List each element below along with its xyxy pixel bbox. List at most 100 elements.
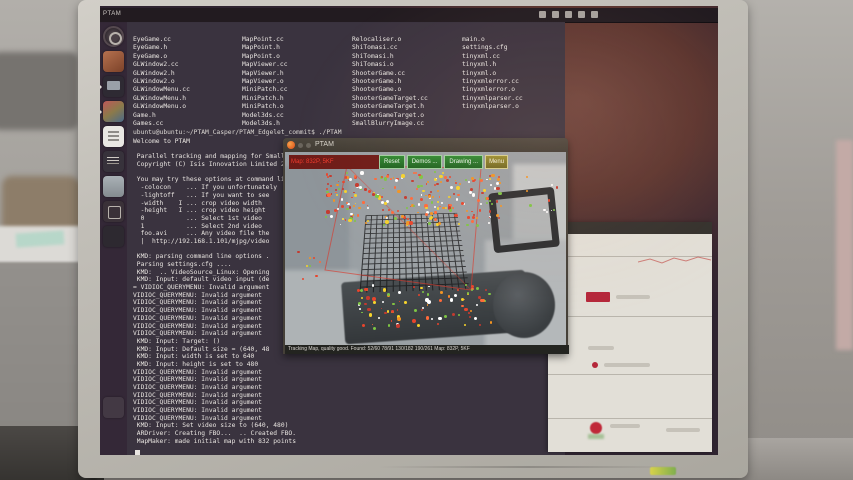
file-name: Relocaliser.o (352, 36, 402, 43)
ptam-menu-button[interactable]: Drawing ... (444, 155, 484, 169)
bluetooth-icon[interactable] (552, 11, 559, 18)
file-name: EyeGame.cc (133, 36, 171, 43)
ptam-menu-button[interactable]: Reset (379, 155, 405, 169)
feature-point (455, 186, 460, 190)
feature-point (415, 171, 418, 174)
feature-point (471, 219, 475, 223)
feature-point (368, 313, 373, 317)
file-name: settings.cfg (462, 44, 508, 52)
terminal-icon[interactable] (100, 76, 124, 97)
volume-icon[interactable] (565, 11, 572, 18)
feature-point (381, 300, 384, 303)
dash-home-icon[interactable] (103, 26, 124, 47)
feature-point (467, 216, 470, 219)
feature-point (401, 215, 404, 218)
feature-point (484, 289, 487, 291)
file-name: GLWindow2.cc (133, 61, 179, 69)
feature-point (362, 201, 365, 204)
red-marker-blob (590, 422, 602, 434)
feature-point (468, 312, 470, 314)
feature-point (461, 202, 464, 205)
shell-prompt: ubuntu@ubuntu:~/PTAM_Casper/PTAM_Edgelet… (133, 129, 342, 136)
settings-icon[interactable] (103, 226, 124, 247)
file-name: tinyxmlparser.cc (462, 94, 523, 102)
feature-point (498, 182, 501, 184)
feature-point (312, 256, 315, 260)
maximize-icon[interactable] (306, 143, 311, 148)
file-name: GLWindowMenu.cc (133, 86, 190, 94)
feature-point (481, 191, 484, 195)
file-name: GLWindowMenu.o (133, 103, 187, 111)
feature-point (449, 196, 452, 198)
feature-point (431, 195, 435, 198)
feature-point (396, 324, 400, 328)
feature-point (404, 301, 407, 305)
feature-point (413, 308, 417, 312)
file-name: ShiTomasi.o (352, 61, 394, 69)
text-editor-icon[interactable] (103, 151, 124, 172)
feature-point (334, 189, 337, 192)
feature-point (468, 181, 470, 183)
software-center-icon[interactable] (100, 101, 124, 122)
trash-icon[interactable] (103, 397, 124, 418)
file-name: ShooterGameTarget.o (352, 111, 425, 119)
feature-point (430, 211, 433, 215)
file-name: Model3ds.h (242, 119, 280, 127)
feature-point (490, 184, 492, 186)
feature-point (384, 311, 387, 314)
feature-point (439, 205, 441, 208)
workspace-switcher-icon[interactable] (103, 176, 124, 197)
feature-point (367, 307, 371, 312)
network-icon[interactable] (539, 11, 546, 18)
terminal-line: VIDIOC_QUERYMENU: Invalid argument (133, 391, 262, 399)
app-window-icon[interactable] (103, 201, 124, 222)
feature-point (457, 222, 460, 225)
feature-point (383, 176, 388, 181)
ptam-titlebar[interactable]: PTAM (283, 138, 568, 152)
tracking-status-bar: Tracking Map, quality good. Found: 52/60… (285, 345, 569, 354)
feature-point (436, 182, 439, 185)
feature-point (433, 217, 437, 221)
feature-point (380, 175, 384, 178)
feature-point (488, 292, 491, 295)
camera-view[interactable]: Map: 832P, 5KF Reset Demos ... Drawing ...… (285, 152, 566, 345)
file-name: ShiTomasi.h (352, 52, 394, 60)
feature-point (360, 171, 364, 175)
feature-point (476, 217, 478, 219)
file-column: EyeGame.cc EyeGame.h EyeGame.o GLWindow2.cc… (133, 36, 241, 128)
bezel-sticker (650, 467, 676, 475)
feature-point (348, 218, 352, 222)
ptam-menu-button[interactable]: Demos ... (406, 155, 443, 169)
feature-point (387, 209, 390, 211)
side-window[interactable] (548, 222, 712, 452)
feature-point (470, 177, 474, 181)
ptam-window: PTAM Map: 832P, 5KF Reset Demos ... Draw… (283, 138, 569, 354)
feature-point (425, 298, 429, 302)
close-icon[interactable] (287, 141, 295, 149)
label-smudge (588, 346, 614, 350)
ptam-menu-row: Reset Demos ... Drawing ... Menu (379, 155, 509, 169)
feature-point (348, 206, 352, 209)
file-name: tinyxml.o (462, 69, 497, 77)
writer-icon[interactable] (103, 126, 124, 147)
feature-point (397, 291, 401, 294)
power-icon[interactable] (591, 11, 598, 18)
feature-point (371, 284, 374, 287)
feature-point (382, 288, 387, 292)
monitor: PTAM EyeGame.cc EyeGame.h EyeGame.o GLWindo… (78, 0, 748, 478)
minimize-icon[interactable] (298, 143, 303, 148)
feature-point (469, 309, 472, 312)
clock[interactable] (578, 11, 585, 18)
files-icon[interactable] (103, 51, 124, 72)
feature-point (358, 308, 361, 310)
feature-point (409, 221, 413, 225)
file-name: tinyxmlerror.cc (462, 77, 519, 85)
feature-point (385, 220, 389, 224)
feature-point (489, 321, 493, 324)
panel-app-title: PTAM (103, 11, 122, 17)
red-trace (638, 256, 712, 264)
feature-point (434, 211, 437, 214)
side-window-titlebar[interactable] (548, 222, 712, 234)
feature-point (437, 201, 439, 203)
ptam-menu-button-alt[interactable]: Menu (485, 155, 509, 169)
